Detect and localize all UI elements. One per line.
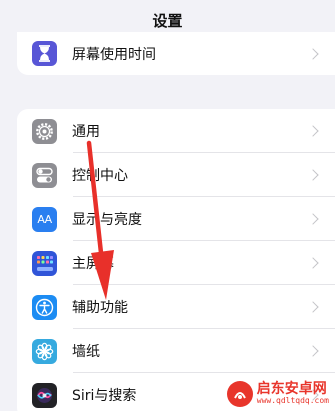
settings-row-label: 主屏幕 [72,256,114,272]
settings-row-label: 通用 [72,124,100,140]
text-size-icon: AA [32,206,57,232]
chevron-right-icon [307,345,319,357]
gear-icon [32,118,57,144]
settings-row-wallpaper[interactable]: 墙纸 [17,329,335,373]
chevron-right-icon [307,47,319,60]
settings-row-display[interactable]: AA 显示与亮度 [17,197,335,241]
settings-row-label: 控制中心 [72,168,128,184]
siri-icon [32,382,57,408]
watermark-logo-icon [226,381,253,407]
settings-row-label: 显示与亮度 [72,212,142,228]
accessibility-icon [32,294,57,320]
chevron-right-icon [307,213,319,225]
flower-icon [32,338,57,364]
watermark-name: 启东安卓网 [256,381,327,398]
watermark-url: www.qdltqdq.com [256,396,329,406]
toggles-icon [32,162,57,188]
settings-row-control-center[interactable]: 控制中心 [17,153,335,197]
settings-row-label: 墙纸 [72,344,100,360]
watermark: 启东安卓网 www.qdltqdq.com [226,381,329,407]
chevron-right-icon [307,125,319,137]
settings-group-main: 通用 控制中心 AA 显示与亮度 主屏幕 辅助功能 墙纸 Siri与搜索 [17,109,335,411]
hourglass-icon [32,41,57,66]
chevron-right-icon [307,301,319,313]
watermark-text: 启东安卓网 www.qdltqdq.com [257,382,329,405]
settings-row-label: 屏幕使用时间 [72,46,156,63]
settings-group-screen-time: 屏幕使用时间 [17,32,335,75]
settings-row-label: 辅助功能 [72,300,128,316]
settings-row-home-screen[interactable]: 主屏幕 [17,241,335,285]
settings-row-general[interactable]: 通用 [17,109,335,153]
settings-row-screen-time[interactable]: 屏幕使用时间 [17,32,335,75]
chevron-right-icon [307,257,319,269]
chevron-right-icon [307,169,319,181]
settings-row-accessibility[interactable]: 辅助功能 [17,285,335,329]
text-size-icon-glyph: AA [37,212,52,226]
app-grid-icon [32,250,57,276]
